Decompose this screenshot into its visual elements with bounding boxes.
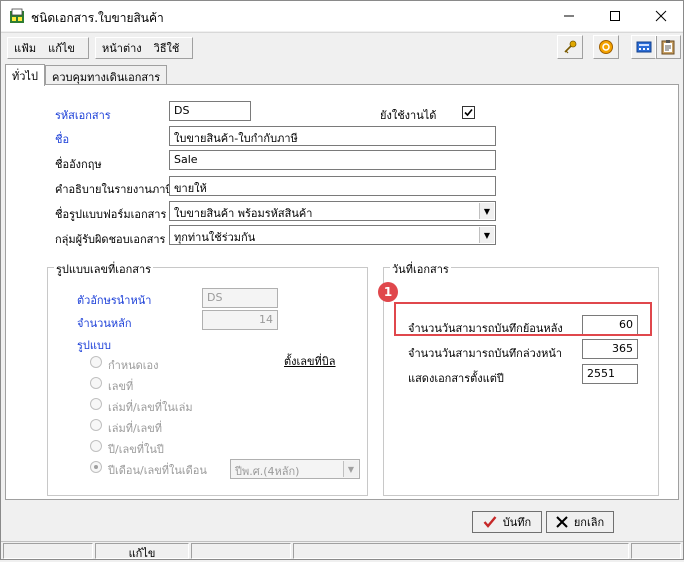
checkmark-icon	[464, 108, 473, 117]
menu-window[interactable]: หน้าต่าง	[96, 39, 148, 57]
save-button[interactable]: บันทึก	[472, 511, 542, 533]
name-input[interactable]: ใบขายสินค้า-ใบกำกับภาษี	[169, 126, 496, 146]
minimize-button[interactable]	[546, 1, 591, 31]
status-cell-4	[293, 543, 629, 559]
radio-book-number-in-book-label: เล่มที่/เลขที่ในเล่ม	[108, 401, 193, 414]
cancel-button[interactable]: ยกเลิก	[546, 511, 614, 533]
responsible-group-select[interactable]: ทุกท่านใช้ร่วมกัน ▼	[169, 225, 496, 245]
show-since-year-label: แสดงเอกสารตั้งแต่ปี	[408, 372, 504, 385]
responsible-group-label: กลุ่มผู้รับผิดชอบเอกสาร	[55, 233, 166, 246]
maximize-button[interactable]	[592, 1, 637, 31]
radio-custom[interactable]	[90, 356, 102, 368]
advance-days-input[interactable]: 365	[582, 339, 638, 359]
cancel-x-icon	[556, 516, 568, 528]
general-tab-panel: รหัสเอกสาร DS ยังใช้งานได้ ชื่อ ใบขายสิน…	[5, 84, 679, 500]
status-cell-5	[631, 543, 681, 559]
save-button-label: บันทึก	[502, 516, 532, 529]
radio-book-number-in-book[interactable]	[90, 398, 102, 410]
set-bill-number-link[interactable]: ตั้งเลขที่บิล	[284, 352, 336, 370]
code-label: รหัสเอกสาร	[55, 109, 111, 122]
menu-file[interactable]: แฟ้ม	[8, 39, 42, 57]
app-icon	[10, 8, 24, 23]
name-label: ชื่อ	[55, 133, 70, 146]
status-cell-1	[3, 543, 93, 559]
document-date-groupbox: วันที่เอกสาร จำนวนวันสามารถบันทึกย้อนหลั…	[378, 260, 659, 496]
form-name-value: ใบขายสินค้า พร้อมรหัสสินค้า	[174, 207, 313, 220]
english-name-input[interactable]: Sale	[169, 150, 496, 170]
usable-label: ยังใช้งานได้	[380, 109, 437, 122]
digits-label: จำนวนหลัก	[77, 317, 132, 330]
digits-input[interactable]: 14	[202, 310, 278, 330]
radio-yearmonth-number[interactable]	[90, 461, 102, 473]
calculator-tool-button[interactable]	[631, 35, 657, 59]
tab-document-flow[interactable]: ควบคุมทางเดินเอกสาร	[45, 65, 168, 85]
clipboard-icon	[661, 40, 675, 55]
menu-help[interactable]: วิธีใช้	[148, 39, 186, 57]
status-cell-3	[191, 543, 291, 559]
window-title: ชนิดเอกสาร.ใบขายสินค้า	[31, 11, 164, 25]
menu-edit[interactable]: แก้ไข	[42, 39, 81, 57]
numbering-groupbox: รูปแบบเลขที่เอกสาร ตัวอักษรนำหน้า DS จำน…	[47, 260, 368, 496]
radio-year-number[interactable]	[90, 440, 102, 452]
tax-description-label: คำอธิบายในรายงานภาษี	[55, 183, 173, 196]
radio-year-number-label: ปี/เลขที่ในปี	[108, 443, 164, 456]
title-bar: ชนิดเอกสาร.ใบขายสินค้า	[1, 1, 683, 31]
dropdown-arrow-icon[interactable]: ▼	[479, 203, 494, 219]
year-format-value: ปีพ.ศ.(4หลัก)	[235, 465, 300, 478]
minimize-icon	[563, 15, 574, 17]
radio-number[interactable]	[90, 377, 102, 389]
english-name-label: ชื่ออังกฤษ	[55, 158, 102, 171]
dropdown-arrow-icon[interactable]: ▼	[479, 227, 494, 243]
year-format-select[interactable]: ปีพ.ศ.(4หลัก) ▼	[230, 459, 360, 479]
refresh-tool-button[interactable]	[593, 35, 619, 59]
tax-description-input[interactable]: ขายให้	[169, 176, 496, 196]
status-bar: แก้ไข	[1, 541, 683, 560]
close-icon	[655, 10, 666, 22]
close-button[interactable]	[638, 1, 683, 31]
form-name-select[interactable]: ใบขายสินค้า พร้อมรหัสสินค้า ▼	[169, 201, 496, 221]
radio-book-number-label: เล่มที่/เลขที่	[108, 422, 162, 435]
prefix-label: ตัวอักษรนำหน้า	[77, 294, 152, 307]
advance-days-label: จำนวนวันสามารถบันทึกล่วงหน้า	[408, 347, 563, 360]
status-mode: แก้ไข	[95, 543, 189, 560]
cancel-button-label: ยกเลิก	[573, 516, 605, 529]
key-icon	[564, 40, 577, 54]
usable-checkbox[interactable]	[462, 106, 475, 119]
dropdown-arrow-icon[interactable]: ▼	[343, 461, 358, 477]
calculator-icon	[636, 41, 652, 53]
tab-general[interactable]: ทั่วไป	[5, 64, 45, 86]
show-since-year-input[interactable]: 2551	[582, 364, 638, 384]
menu-group-file-edit: แฟ้ม แก้ไข	[7, 37, 89, 59]
refresh-icon	[599, 40, 613, 54]
code-input[interactable]: DS	[169, 101, 251, 121]
document-type-window: ชนิดเอกสาร.ใบขายสินค้า แฟ้ม แก้ไข หน้าต่…	[0, 0, 684, 560]
save-check-icon	[483, 516, 497, 528]
menu-group-window-help: หน้าต่าง วิธีใช้	[95, 37, 193, 59]
radio-custom-label: กำหนดเอง	[108, 359, 159, 372]
annotation-highlight-box	[394, 302, 652, 336]
annotation-badge: 1	[378, 282, 398, 302]
key-tool-button[interactable]	[557, 35, 583, 59]
responsible-group-value: ทุกท่านใช้ร่วมกัน	[174, 231, 256, 244]
format-label: รูปแบบ	[77, 339, 111, 352]
form-name-label: ชื่อรูปแบบฟอร์มเอกสาร	[55, 208, 167, 221]
document-date-group-title: วันที่เอกสาร	[390, 260, 451, 278]
prefix-input[interactable]: DS	[202, 288, 278, 308]
radio-yearmonth-number-label: ปีเดือน/เลขที่ในเดือน	[108, 464, 207, 477]
maximize-icon	[609, 11, 620, 21]
numbering-group-title: รูปแบบเลขที่เอกสาร	[54, 260, 154, 278]
clipboard-tool-button[interactable]	[655, 35, 681, 59]
radio-number-label: เลขที่	[108, 380, 134, 393]
radio-book-number[interactable]	[90, 419, 102, 431]
